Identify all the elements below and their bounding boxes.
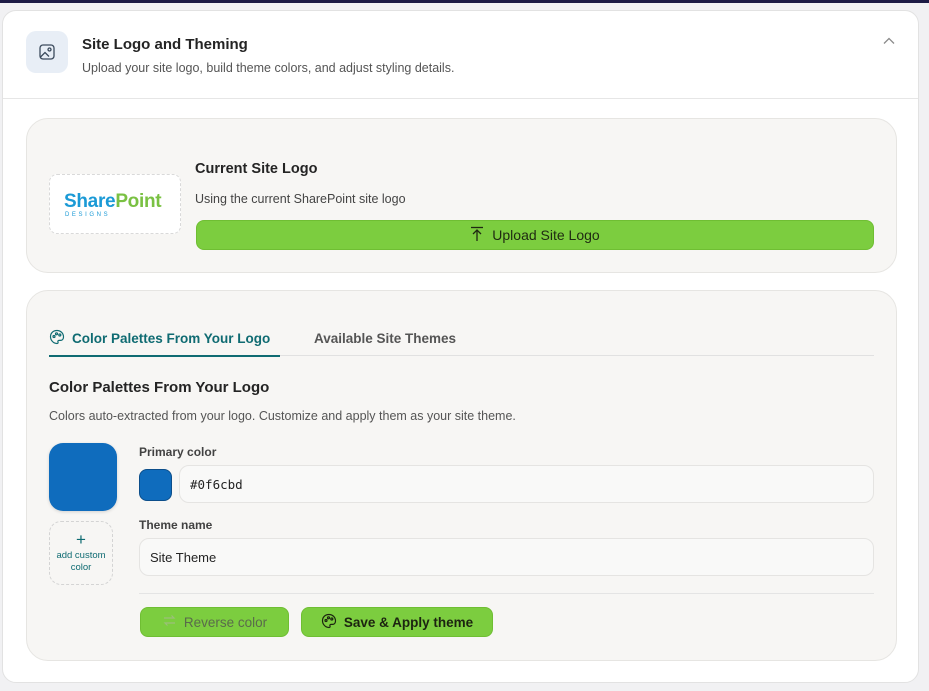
- window-top-bar: [0, 0, 929, 3]
- add-custom-color-label: add custom color: [56, 549, 106, 573]
- sharepoint-designs-logo: SharePoint: [64, 191, 162, 212]
- add-custom-color-button[interactable]: + add custom color: [49, 521, 113, 585]
- palette-icon: [321, 613, 337, 632]
- theme-name-label: Theme name: [139, 518, 213, 532]
- palette-color-swatch[interactable]: [49, 443, 117, 511]
- upload-icon: [470, 226, 484, 245]
- current-logo-subtitle: Using the current SharePoint site logo: [195, 192, 406, 206]
- current-logo-title: Current Site Logo: [195, 161, 318, 177]
- palette-icon: [49, 329, 65, 348]
- primary-color-label: Primary color: [139, 445, 217, 459]
- site-logo-preview: SharePoint DESIGNS: [49, 174, 181, 234]
- save-apply-theme-button[interactable]: Save & Apply theme: [301, 607, 493, 637]
- upload-label: Upload Site Logo: [492, 227, 600, 243]
- section-title: Site Logo and Theming: [82, 36, 248, 53]
- plus-icon: +: [76, 529, 86, 549]
- section-subtitle: Upload your site logo, build theme color…: [82, 61, 455, 75]
- chevron-up-icon[interactable]: [879, 31, 899, 51]
- divider: [139, 593, 874, 594]
- color-palette-panel: Color Palettes From Your Logo Available …: [26, 290, 897, 661]
- palette-subtitle: Colors auto-extracted from your logo. Cu…: [49, 409, 516, 423]
- tab-list: Color Palettes From Your Logo Available …: [49, 321, 874, 357]
- card-header[interactable]: Site Logo and Theming Upload your site l…: [3, 11, 918, 99]
- reverse-color-button[interactable]: Reverse color: [140, 607, 289, 637]
- palette-title: Color Palettes From Your Logo: [49, 379, 270, 396]
- tab-available-site-themes[interactable]: Available Site Themes: [314, 321, 456, 356]
- current-logo-panel: SharePoint DESIGNS Current Site Logo Usi…: [26, 118, 897, 273]
- primary-color-input[interactable]: #0f6cbd: [179, 465, 874, 503]
- primary-color-picker[interactable]: [139, 469, 172, 501]
- theme-name-input[interactable]: Site Theme: [139, 538, 874, 576]
- tab-color-palettes[interactable]: Color Palettes From Your Logo: [49, 321, 280, 357]
- site-logo-theming-card: Site Logo and Theming Upload your site l…: [2, 10, 919, 683]
- image-icon: [26, 31, 68, 73]
- swap-icon: [162, 613, 177, 631]
- upload-site-logo-button[interactable]: Upload Site Logo: [196, 220, 874, 250]
